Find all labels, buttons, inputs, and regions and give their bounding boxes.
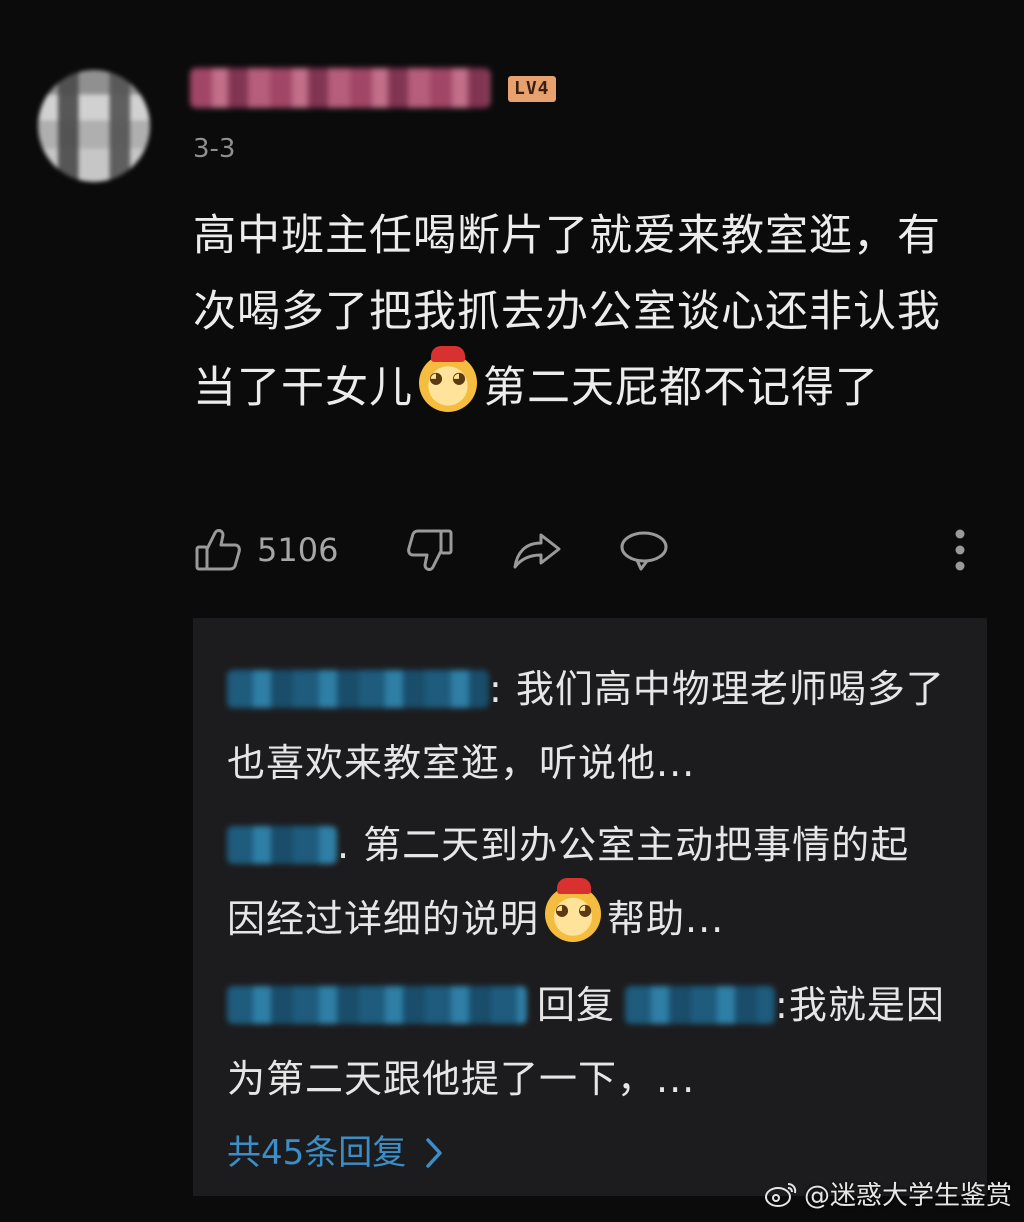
post-date: 3-3 <box>193 134 236 164</box>
weibo-logo-icon <box>764 1182 797 1207</box>
avatar[interactable] <box>38 70 150 182</box>
more-options-button[interactable] <box>945 522 975 578</box>
view-all-replies-link[interactable]: 共45条回复 <box>227 1128 444 1178</box>
reply-target-username-blurred[interactable] <box>625 986 776 1024</box>
reply-username-blurred[interactable] <box>227 670 489 708</box>
thumbs-down-icon <box>407 529 453 571</box>
reply-username-blurred[interactable] <box>227 826 337 864</box>
comment-icon <box>620 531 668 571</box>
watermark: @迷惑大学生鉴赏 <box>764 1175 1012 1212</box>
like-count: 5106 <box>257 531 339 569</box>
username-blurred[interactable] <box>190 68 490 108</box>
doge-cat-emoji-icon <box>419 346 477 412</box>
reply-item[interactable]: : 我们高中物理老师喝多了也喜欢来教室逛，听说他... <box>227 652 947 800</box>
reply-item[interactable]: . 第二天到办公室主动把事情的起因经过详细的说明帮助... <box>227 808 947 956</box>
comment-text-part-2: 第二天屁都不记得了 <box>483 363 879 413</box>
comment-action-bar: 5106 <box>193 522 983 578</box>
watermark-text: @迷惑大学生鉴赏 <box>803 1181 1012 1211</box>
reply-username-blurred[interactable] <box>227 986 527 1024</box>
reply-text-part-2: 帮助... <box>607 897 725 941</box>
more-vertical-icon <box>955 529 965 571</box>
level-badge: LV4 <box>508 76 556 102</box>
dislike-button[interactable] <box>405 522 455 578</box>
share-icon <box>513 533 561 569</box>
view-all-replies-label: 共45条回复 <box>227 1133 407 1173</box>
share-button[interactable] <box>511 522 565 578</box>
replies-panel: : 我们高中物理老师喝多了也喜欢来教室逛，听说他... . 第二天到办公室主动把… <box>193 618 987 1196</box>
reply-to-label: 回复 <box>537 983 616 1027</box>
chevron-right-icon <box>426 1138 443 1168</box>
like-button[interactable]: 5106 <box>193 522 338 578</box>
doge-cat-emoji-icon <box>545 878 602 942</box>
reply-button[interactable] <box>617 522 671 578</box>
comment-text: 高中班主任喝断片了就爱来教室逛，有次喝多了把我抓去办公室谈心还非认我当了干女儿第… <box>193 198 983 426</box>
reply-item[interactable]: 回复:我就是因为第二天跟他提了一下，... <box>227 968 947 1116</box>
thumbs-up-icon <box>195 529 241 571</box>
